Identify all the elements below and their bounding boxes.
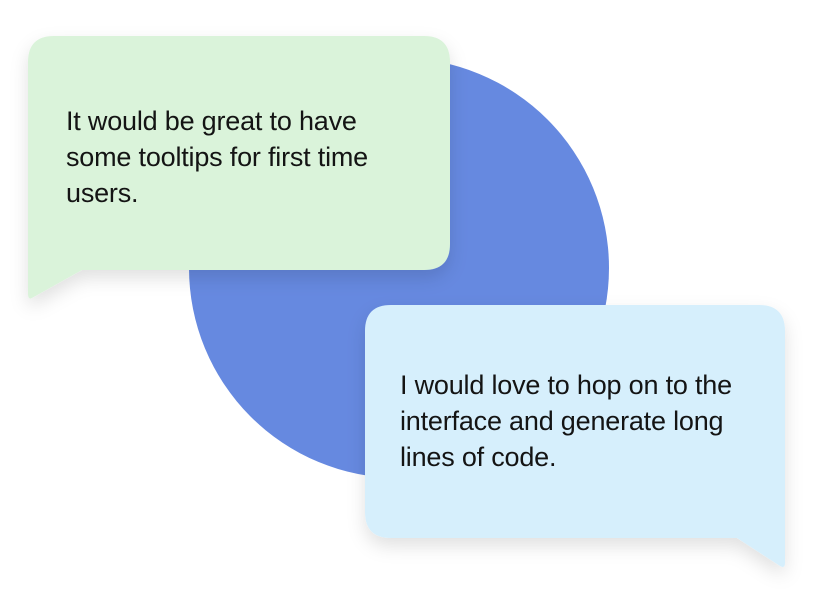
speech-bubble-blue-text: I would love to hop on to the interface … <box>400 370 732 472</box>
illustration: It would be great to have some tooltips … <box>0 0 840 615</box>
speech-bubble-green-text: It would be great to have some tooltips … <box>66 106 368 208</box>
speech-bubble-blue: I would love to hop on to the interface … <box>355 295 795 580</box>
speech-bubble-green: It would be great to have some tooltips … <box>20 28 460 308</box>
